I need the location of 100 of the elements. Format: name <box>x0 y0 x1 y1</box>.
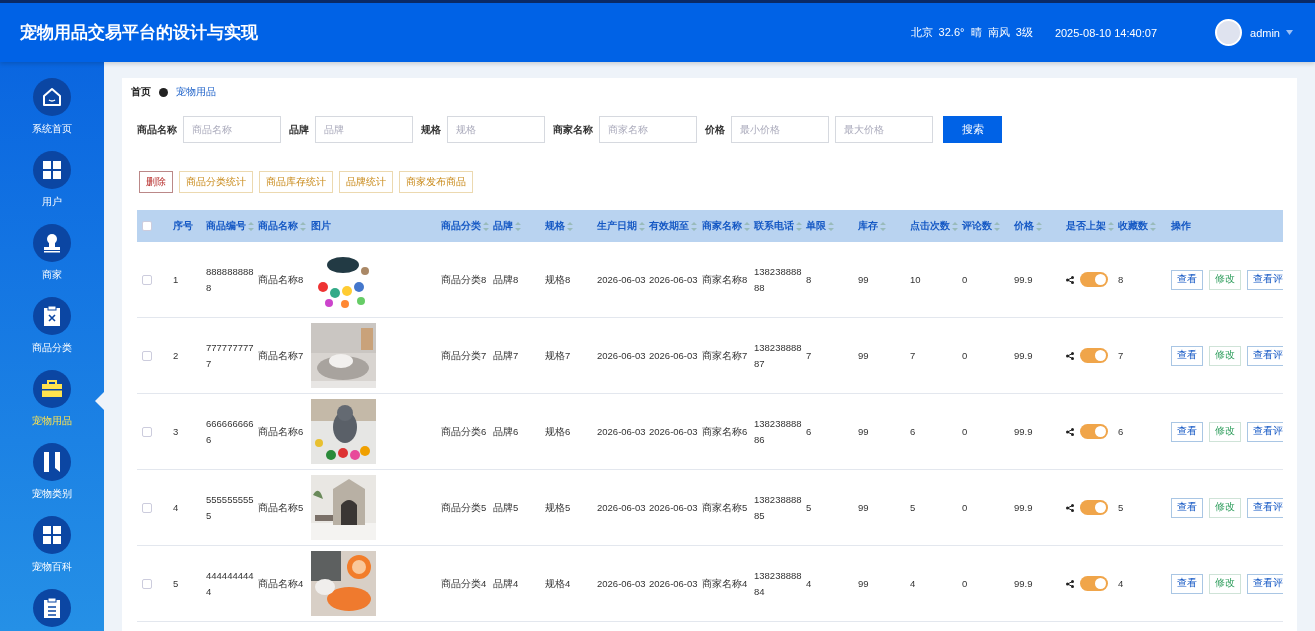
column-header: 点击次数 <box>910 219 950 233</box>
action-button[interactable]: 品牌统计 <box>339 171 393 193</box>
filter-label: 品牌 <box>289 122 309 137</box>
datetime-text: 2025-08-10 14:40:07 <box>1054 26 1158 39</box>
sort-icon[interactable] <box>691 221 697 231</box>
column-header: 商品分类 <box>441 219 481 233</box>
menu-icon-button[interactable] <box>33 78 71 116</box>
row-button[interactable]: 查看 <box>1171 573 1203 594</box>
toggle-switch[interactable] <box>1080 348 1108 363</box>
row-button[interactable]: 修改 <box>1209 421 1241 442</box>
sort-icon[interactable] <box>1036 221 1042 231</box>
filter-field[interactable]: 最大价格 <box>835 116 933 143</box>
menu-icon-button[interactable] <box>33 297 71 335</box>
checkbox[interactable] <box>142 221 152 231</box>
table-cell-text: 商品分类7 <box>441 348 488 363</box>
checkbox[interactable] <box>142 426 152 437</box>
sort-icon[interactable] <box>1150 221 1156 231</box>
row-button[interactable]: 查看评 <box>1247 269 1283 290</box>
filter-field[interactable]: 最小价格 <box>731 116 829 143</box>
table-cell-text: 商品分类5 <box>441 500 488 515</box>
sort-icon[interactable] <box>515 221 521 231</box>
table-cell-text: 品牌6 <box>493 424 520 439</box>
menu-icon-button[interactable] <box>33 443 71 481</box>
row-button[interactable]: 修改 <box>1209 497 1241 518</box>
menu-label[interactable]: 商品分类 <box>32 341 72 355</box>
filter-field[interactable]: 品牌 <box>315 116 413 143</box>
action-button[interactable]: 删除 <box>139 171 173 193</box>
filter-field[interactable]: 规格 <box>447 116 545 143</box>
share-icon[interactable] <box>1066 579 1074 588</box>
toggle-switch[interactable] <box>1080 424 1108 439</box>
breadcrumb-link[interactable]: 首页 <box>131 85 151 99</box>
row-button[interactable]: 查看 <box>1171 497 1203 518</box>
sort-icon[interactable] <box>248 221 254 231</box>
row-button[interactable]: 查看评 <box>1247 497 1283 518</box>
user-name[interactable]: admin <box>1250 26 1280 39</box>
toggle-switch[interactable] <box>1080 576 1108 591</box>
checkbox[interactable] <box>142 350 152 361</box>
filter-field[interactable]: 商家名称 <box>599 116 697 143</box>
checkbox[interactable] <box>142 274 152 285</box>
column-header: 商品编号 <box>206 219 246 233</box>
row-button[interactable]: 查看 <box>1171 345 1203 366</box>
caret-icon[interactable] <box>1286 30 1293 35</box>
breadcrumb-link[interactable]: 宠物用品 <box>176 85 216 99</box>
toggle-switch[interactable] <box>1080 500 1108 515</box>
column-header: 商家名称 <box>702 219 742 233</box>
sort-icon[interactable] <box>952 221 958 231</box>
table-cell-text: 商品名称8 <box>258 272 305 287</box>
menu-label[interactable]: 商家 <box>42 268 62 282</box>
menu-icon-button[interactable] <box>33 370 71 408</box>
search-button[interactable]: 搜索 <box>943 116 1002 143</box>
menu-label[interactable]: 宠物百科 <box>32 560 72 574</box>
menu-label[interactable]: 宠物用品 <box>32 414 72 428</box>
action-button[interactable]: 商品分类统计 <box>179 171 253 193</box>
table-cell-text: 5555555555 <box>206 492 255 523</box>
row-button[interactable]: 查看评 <box>1247 421 1283 442</box>
sort-icon[interactable] <box>1108 221 1114 231</box>
sort-icon[interactable] <box>567 221 573 231</box>
sort-icon[interactable] <box>639 221 645 231</box>
share-icon[interactable] <box>1066 275 1074 284</box>
menu-icon-button[interactable] <box>33 224 71 262</box>
menu-icon-button[interactable] <box>33 589 71 627</box>
sort-icon[interactable] <box>744 221 750 231</box>
table-cell-text: 5 <box>806 500 813 515</box>
table-cell-text: 0 <box>962 424 969 439</box>
sort-icon[interactable] <box>994 221 1000 231</box>
action-button[interactable]: 商家发布商品 <box>399 171 473 193</box>
row-button[interactable]: 修改 <box>1209 345 1241 366</box>
table-cell-text: 2 <box>173 348 180 363</box>
table-cell-text: 13823888887 <box>754 340 803 371</box>
table-cell-text: 0 <box>962 348 969 363</box>
menu-icon-button[interactable] <box>33 516 71 554</box>
menu-label[interactable]: 宠物类别 <box>32 487 72 501</box>
menu-label[interactable]: 系统首页 <box>32 122 72 136</box>
menu-icon-button[interactable] <box>33 151 71 189</box>
share-icon[interactable] <box>1066 503 1074 512</box>
column-header: 生产日期 <box>597 219 637 233</box>
share-icon[interactable] <box>1066 427 1074 436</box>
sort-icon[interactable] <box>300 221 306 231</box>
table-cell-text: 8888888888 <box>206 264 255 295</box>
sort-icon[interactable] <box>880 221 886 231</box>
filter-field[interactable]: 商品名称 <box>183 116 281 143</box>
toggle-switch[interactable] <box>1080 272 1108 287</box>
row-button[interactable]: 查看评 <box>1247 345 1283 366</box>
row-button[interactable]: 修改 <box>1209 573 1241 594</box>
action-button[interactable]: 商品库存统计 <box>259 171 333 193</box>
avatar[interactable] <box>1215 19 1243 46</box>
row-button[interactable]: 查看评 <box>1247 573 1283 594</box>
table-cell-text: 品牌8 <box>493 272 520 287</box>
sort-icon[interactable] <box>796 221 802 231</box>
row-button[interactable]: 查看 <box>1171 421 1203 442</box>
row-button[interactable]: 修改 <box>1209 269 1241 290</box>
row-button[interactable]: 查看 <box>1171 269 1203 290</box>
checkbox[interactable] <box>142 578 152 589</box>
table-cell-text: 5 <box>910 500 917 515</box>
sort-icon[interactable] <box>828 221 834 231</box>
checkbox[interactable] <box>142 502 152 513</box>
menu-label[interactable]: 用户 <box>42 195 62 209</box>
table-cell-text: 2026-06-03 <box>649 424 699 439</box>
share-icon[interactable] <box>1066 351 1074 360</box>
sort-icon[interactable] <box>483 221 489 231</box>
